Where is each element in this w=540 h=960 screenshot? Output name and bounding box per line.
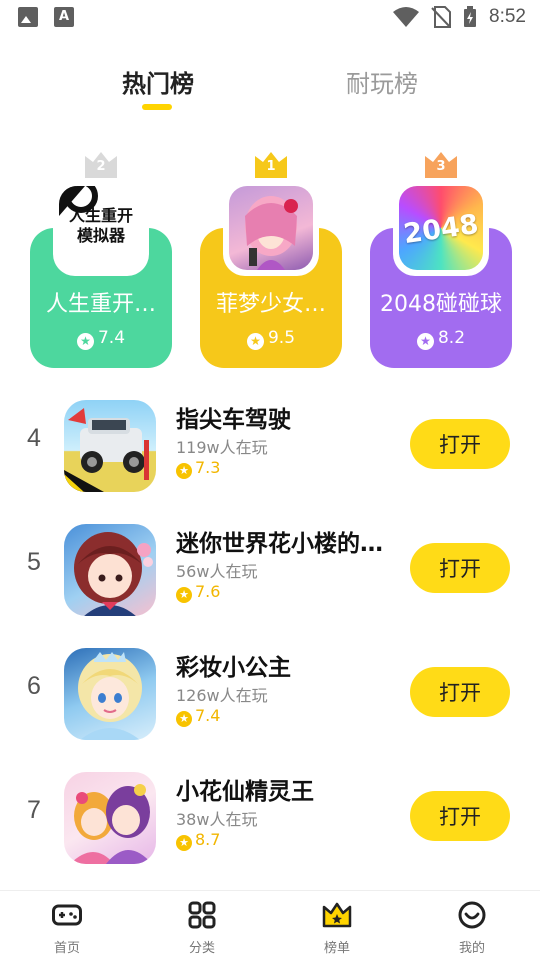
- star-icon: ★: [176, 711, 192, 727]
- rank-number: 5: [27, 548, 41, 576]
- list-item[interactable]: 4 指尖车驾驶 119w人在玩 ★ 7.3 打开: [0, 394, 540, 494]
- app-name: 小花仙精灵王: [176, 779, 314, 805]
- app-rating: ★ 7.6: [176, 582, 220, 603]
- icon-text: 2048: [401, 208, 481, 251]
- podium-score: ★ 7.4: [30, 328, 172, 350]
- app-name: 迷你世界花小楼的…: [176, 531, 383, 557]
- top-rank-1[interactable]: 1 菲梦少女… ★ 9.5: [200, 150, 342, 368]
- tab-hot[interactable]: 热门榜: [122, 64, 194, 99]
- tab-durable[interactable]: 耐玩榜: [346, 64, 418, 99]
- podium-score: ★ 8.2: [370, 328, 512, 350]
- podium-app-name: 人生重开…: [45, 292, 156, 317]
- score-value: 8.2: [437, 328, 466, 348]
- player-count: 38w人在玩: [176, 810, 258, 829]
- app-name: 指尖车驾驶: [176, 407, 291, 433]
- tab-indicator: [142, 104, 172, 110]
- podium-app-name: 菲梦少女…: [215, 292, 326, 317]
- rating-value: 8.7: [195, 830, 221, 849]
- battery-icon: [464, 6, 477, 27]
- rating-value: 7.4: [195, 706, 221, 725]
- nav-category[interactable]: 分类: [162, 901, 242, 956]
- star-icon: ★: [176, 835, 192, 851]
- open-button[interactable]: 打开: [410, 543, 510, 593]
- app-name: 彩妆小公主: [176, 655, 291, 681]
- top-rank-2[interactable]: 2 人生重开 模拟器 人生重开… ★ 7.4: [30, 150, 172, 368]
- player-count: 126w人在玩: [176, 686, 268, 705]
- star-icon: ★: [416, 333, 434, 350]
- player-count: 119w人在玩: [176, 438, 268, 457]
- app-icon: [64, 524, 156, 616]
- star-icon: ★: [176, 587, 192, 603]
- score-value: 9.5: [267, 328, 296, 348]
- icon-text-line2: 模拟器: [76, 226, 125, 245]
- list-item[interactable]: 6 彩妆小公主 126w人在玩 ★ 7.4 打开: [0, 642, 540, 742]
- icon-text-line1: 人生重开: [68, 206, 133, 225]
- app-icon: 人生重开 模拟器: [59, 186, 143, 270]
- player-count: 56w人在玩: [176, 562, 258, 581]
- nav-home[interactable]: 首页: [27, 901, 107, 956]
- rank-number: 7: [27, 796, 41, 824]
- list-item[interactable]: 7 小花仙精灵王 38w人在玩 ★ 8.7 打开: [0, 766, 540, 866]
- app-icon: [64, 648, 156, 740]
- clock: 8:52: [489, 6, 526, 27]
- crown-icon: [85, 152, 117, 178]
- rating-value: 7.3: [195, 458, 221, 477]
- ranking-tabs: 热门榜 耐玩榜: [0, 64, 540, 114]
- open-button[interactable]: 打开: [410, 419, 510, 469]
- app-rating: ★ 8.7: [176, 830, 220, 851]
- gallery-icon: [18, 7, 38, 27]
- nav-label: 首页: [53, 941, 80, 956]
- font-icon: A: [54, 7, 74, 27]
- rating-value: 7.6: [195, 582, 221, 601]
- app-icon-frame: 2048: [393, 180, 489, 276]
- crown-icon: [425, 152, 457, 178]
- app-icon: [229, 186, 313, 270]
- star-icon: ★: [76, 333, 94, 350]
- top-rank-3[interactable]: 3 2048 2048碰碰球 ★ 8.2: [370, 150, 512, 368]
- star-icon: ★: [176, 463, 192, 479]
- bottom-nav: 首页 分类 榜单 我的: [0, 890, 540, 960]
- nav-label: 榜单: [323, 941, 350, 956]
- open-button[interactable]: 打开: [410, 791, 510, 841]
- nav-mine[interactable]: 我的: [432, 901, 512, 956]
- crown-icon: [322, 902, 352, 928]
- crown-icon: [255, 152, 287, 178]
- app-rating: ★ 7.4: [176, 706, 220, 727]
- app-icon-frame: [223, 180, 319, 276]
- podium-app-name: 2048碰碰球: [380, 292, 502, 317]
- list-item[interactable]: 5 迷你世界花小楼的… 56w人在玩 ★ 7.6 打开: [0, 518, 540, 618]
- app-rating: ★ 7.3: [176, 458, 220, 479]
- smile-icon: [458, 901, 486, 929]
- app-icon: [64, 772, 156, 864]
- rank-number: 4: [27, 424, 41, 452]
- wifi-icon: [393, 7, 420, 27]
- nav-label: 我的: [458, 941, 485, 956]
- star-icon: ★: [246, 333, 264, 350]
- score-value: 7.4: [97, 328, 126, 348]
- gamepad-icon: [52, 904, 82, 926]
- app-icon: [64, 400, 156, 492]
- rank-number: 6: [27, 672, 41, 700]
- no-sim-icon: [431, 6, 452, 28]
- status-bar: A 8:52: [0, 0, 540, 36]
- app-icon: 2048: [399, 186, 483, 270]
- open-button[interactable]: 打开: [410, 667, 510, 717]
- nav-ranking[interactable]: 榜单: [297, 901, 377, 956]
- podium-score: ★ 9.5: [200, 328, 342, 350]
- grid-icon: [188, 901, 216, 929]
- app-icon-frame: 人生重开 模拟器: [53, 180, 149, 276]
- nav-label: 分类: [188, 941, 215, 956]
